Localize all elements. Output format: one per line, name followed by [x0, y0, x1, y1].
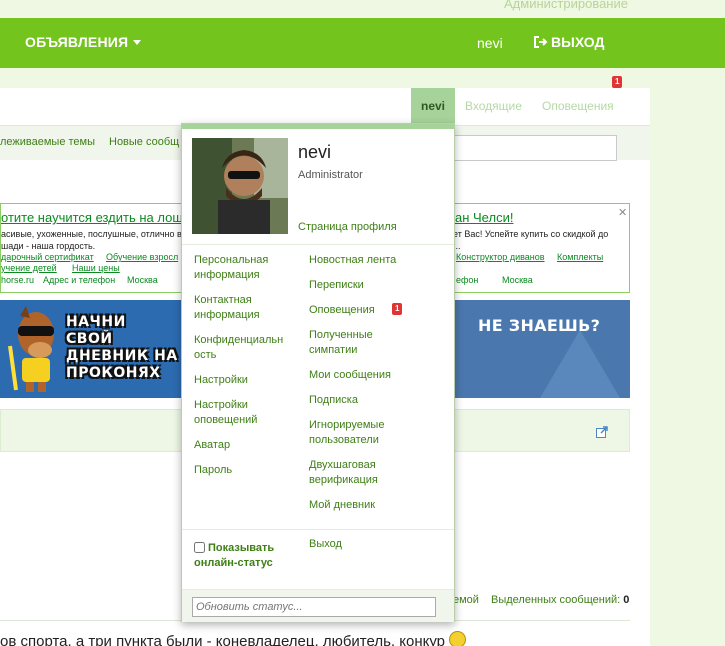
ad-city: Москва [502, 275, 533, 285]
ad-text-right-1: ет Вас! Успейте купить со скидкой до [453, 229, 609, 239]
dropdown-username[interactable]: nevi [298, 142, 331, 163]
menu-item-personal-info[interactable]: Персональная информация [194, 253, 268, 283]
banner-shape [540, 330, 620, 398]
new-posts-link[interactable]: Новые сообщ [109, 136, 179, 148]
horse-mascot-icon [8, 306, 54, 392]
avatar-image [192, 138, 288, 234]
close-icon[interactable]: ✕ [618, 206, 627, 219]
ad-title-left[interactable]: отите научится ездить на лош [1, 210, 183, 225]
alerts-badge: 1 [392, 303, 403, 315]
menu-item-password[interactable]: Пароль [194, 463, 232, 478]
search-input[interactable] [453, 135, 617, 161]
menu-item-privacy[interactable]: Конфиденциальн ость [194, 333, 283, 363]
menu-item-alert-settings[interactable]: Настройки оповещений [194, 398, 257, 428]
selected-posts-count: 0 [623, 594, 630, 606]
online-status-toggle[interactable]: Показывать онлайн-статус [194, 541, 274, 571]
username-link[interactable]: nevi [477, 35, 503, 51]
top-navbar: ОБЪЯВЛЕНИЯ nevi ВЫХОД [0, 18, 725, 68]
user-dropdown-menu: nevi Administrator Страница профиля Перс… [181, 123, 455, 622]
selected-posts-text: Выделенных сообщений: [491, 594, 621, 606]
menu-item-contact-info[interactable]: Контактная информация [194, 293, 260, 323]
tab-alerts[interactable]: Оповещения [542, 99, 614, 113]
menu-item-two-step[interactable]: Двухшаговая верификация [309, 458, 378, 488]
tab-nevi[interactable]: nevi [411, 88, 455, 125]
status-update-bar [182, 589, 454, 622]
chevron-down-icon [133, 40, 142, 45]
ad-address-link[interactable]: Адрес и телефон [43, 275, 115, 285]
bottom-link[interactable]: емой [453, 594, 479, 606]
ad-address-link[interactable]: ефон [456, 275, 478, 285]
menu-item-alerts[interactable]: Оповещения [309, 303, 375, 318]
menu-item-my-posts[interactable]: Мои сообщения [309, 368, 391, 383]
dropdown-divider [182, 529, 454, 530]
ad-link[interactable]: Комплекты [557, 252, 603, 262]
ad-text-left-1: асивые, ухоженные, послушные, отлично в [1, 229, 182, 239]
slogan-line: ПРОКОНЯХ [66, 365, 161, 381]
menu-item-my-diary[interactable]: Мой дневник [309, 498, 375, 513]
post-text-content: ов спорта, а три пункта были - коневладе… [0, 633, 446, 646]
menu-item-watched[interactable]: Подписка [309, 393, 358, 408]
slogan-line: СВОЙ [66, 331, 113, 347]
menu-item-settings[interactable]: Настройки [194, 373, 248, 388]
ad-link[interactable]: учение детей [1, 263, 57, 273]
ad-title-right[interactable]: ан Челси! [455, 210, 513, 225]
ad-link[interactable]: Наши цены [72, 263, 120, 273]
logout-link[interactable]: Выход [309, 538, 342, 550]
logout-label: ВЫХОД [551, 34, 605, 50]
alerts-count-badge: 1 [612, 76, 623, 88]
slogan-line: НАЧНИ [66, 314, 126, 330]
menu-item-conversations[interactable]: Переписки [309, 278, 364, 293]
menu-item-likes-received[interactable]: Полученные симпатии [309, 328, 373, 358]
external-link-icon[interactable] [596, 426, 608, 438]
ad-text-left-2: шади - наша гордость. [1, 241, 96, 251]
menu-item-avatar[interactable]: Аватар [194, 438, 230, 453]
smiley-icon [449, 631, 467, 646]
status-input[interactable] [192, 597, 436, 617]
menu-item-ignored-users[interactable]: Игнорируемые пользователи [309, 418, 384, 448]
ads-menu-label: ОБЪЯВЛЕНИЯ [25, 34, 129, 50]
online-status-label: Показывать онлайн-статус [194, 542, 275, 569]
selected-posts-label[interactable]: Выделенных сообщений: 0 [491, 594, 629, 606]
admin-link[interactable]: Администрирование [504, 0, 628, 11]
banner-slogan: НАЧНИ СВОЙ ДНЕВНИК НА ПРОКОНЯХ [66, 314, 178, 382]
ad-site[interactable]: horse.ru [1, 275, 34, 285]
banner-right-text: НЕ ЗНАЕШЬ? [478, 316, 601, 335]
admin-strip: Администрирование [0, 0, 725, 18]
user-role: Administrator [298, 169, 363, 181]
ads-menu-button[interactable]: ОБЪЯВЛЕНИЯ [25, 34, 142, 50]
ad-link[interactable]: Конструктор диванов [456, 252, 545, 262]
menu-item-news-feed[interactable]: Новостная лента [309, 253, 396, 268]
ad-link[interactable]: Обучение взросл [106, 252, 178, 262]
ad-city: Москва [127, 275, 158, 285]
online-status-checkbox[interactable] [194, 542, 205, 553]
profile-page-link[interactable]: Страница профиля [298, 221, 397, 233]
post-text: ов спорта, а три пункта были - коневладе… [0, 631, 467, 646]
logout-icon [534, 36, 548, 48]
watched-threads-link[interactable]: леживаемые темы [0, 136, 95, 148]
tab-inbox[interactable]: Входящие [465, 99, 522, 113]
slogan-line: ДНЕВНИК НА [66, 348, 178, 364]
avatar[interactable] [192, 138, 288, 234]
user-tabs: nevi Входящие Оповещения [0, 88, 650, 125]
ad-link[interactable]: дарочный сертификат [1, 252, 94, 262]
dropdown-header: nevi Administrator Страница профиля [182, 129, 454, 245]
logout-button[interactable]: ВЫХОД [534, 34, 604, 50]
